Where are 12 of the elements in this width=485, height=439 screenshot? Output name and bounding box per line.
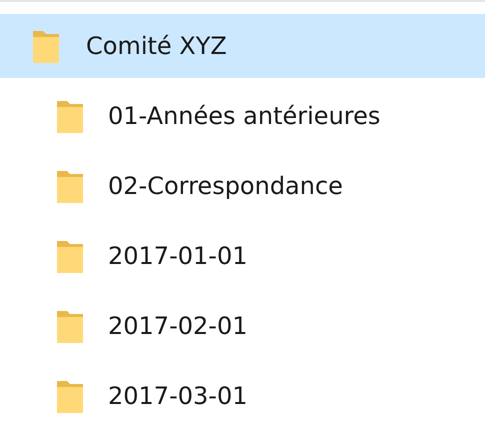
folder-icon (56, 308, 84, 344)
tree-item[interactable]: 2017-01-01 (0, 224, 485, 288)
tree-item[interactable]: Comité XYZ (0, 14, 485, 78)
tree-item[interactable]: 01-Années antérieures (0, 84, 485, 148)
folder-icon (32, 28, 60, 64)
tree-item[interactable]: 2017-03-01 (0, 364, 485, 428)
tree-item[interactable]: 02-Correspondance (0, 154, 485, 218)
folder-icon (56, 98, 84, 134)
folder-icon (56, 378, 84, 414)
folder-icon (56, 238, 84, 274)
tree-item[interactable]: 2017-02-01 (0, 294, 485, 358)
folder-icon (56, 168, 84, 204)
